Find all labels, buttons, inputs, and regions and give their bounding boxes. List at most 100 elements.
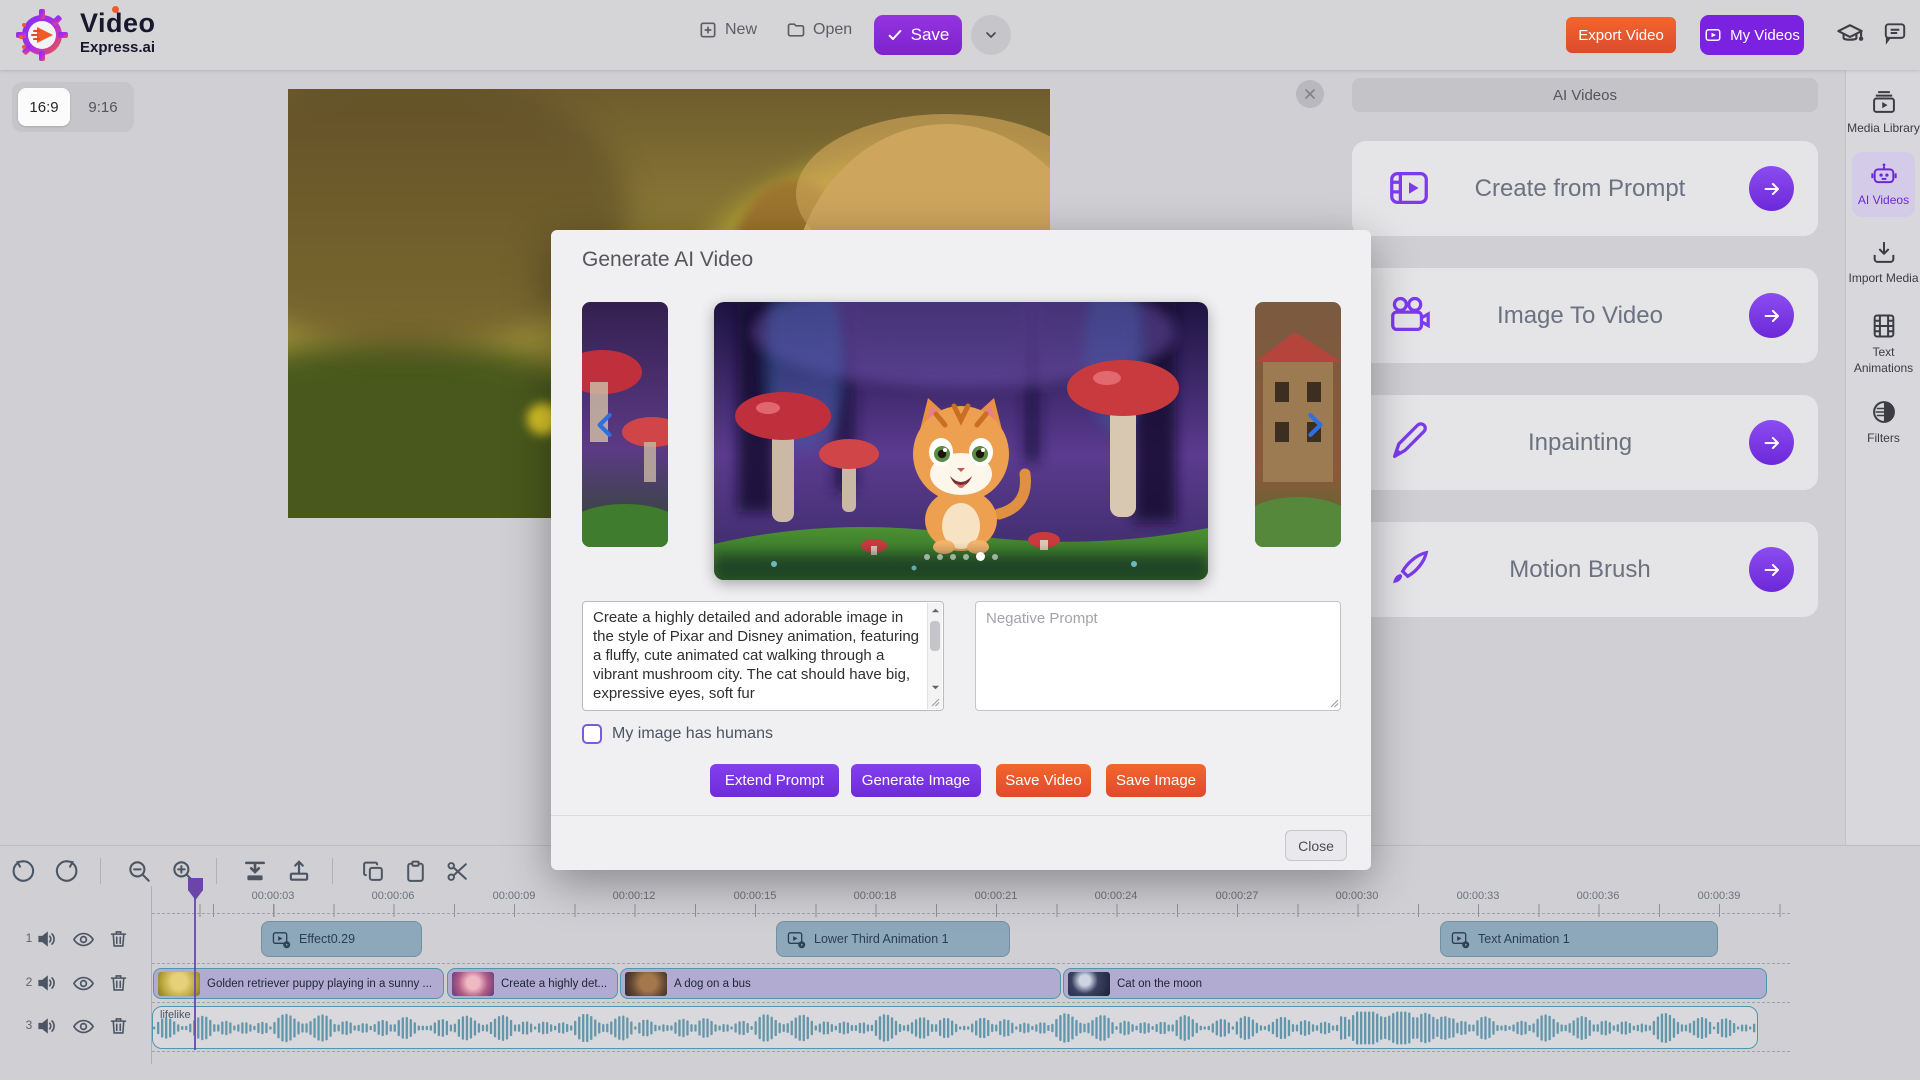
motion-brush-card[interactable]: Motion Brush — [1352, 522, 1818, 617]
import-icon — [1870, 238, 1898, 266]
track-visibility-button[interactable] — [72, 972, 95, 995]
arrow-right-icon[interactable] — [1749, 547, 1794, 592]
save-image-button[interactable]: Save Image — [1106, 764, 1206, 797]
modal-title: Generate AI Video — [582, 248, 753, 272]
tutorials-icon[interactable] — [1836, 20, 1864, 48]
modal-divider — [551, 815, 1371, 816]
timeline-clip[interactable]: Golden retriever puppy playing in a sunn… — [153, 968, 444, 999]
negative-prompt-input[interactable] — [975, 601, 1341, 711]
sidebar-item-filters[interactable]: Filters — [1846, 398, 1920, 447]
export-video-button[interactable]: Export Video — [1566, 17, 1676, 53]
save-options-button[interactable] — [971, 15, 1011, 55]
track-visibility-button[interactable] — [72, 1015, 95, 1038]
folder-icon — [786, 20, 806, 40]
timeline-clip[interactable]: Effect0.29 — [261, 921, 422, 957]
carousel-dot[interactable] — [992, 554, 998, 560]
timeline-clip[interactable]: Create a highly det... — [447, 968, 618, 999]
top-bar: Video Express.ai New Open Save Export Vi… — [0, 0, 1920, 70]
carousel-right-arrow[interactable] — [1297, 408, 1331, 442]
chevron-down-icon — [983, 27, 999, 43]
track-delete-button[interactable] — [108, 972, 129, 993]
arrow-right-icon[interactable] — [1749, 166, 1794, 211]
track-delete-button[interactable] — [108, 1015, 129, 1036]
app-logo-icon — [14, 7, 70, 63]
sidebar-item-ai-videos[interactable]: AI Videos — [1852, 152, 1915, 217]
timeline-clip[interactable]: Cat on the moon — [1063, 968, 1767, 999]
carousel-current-image[interactable] — [714, 302, 1208, 580]
save-button[interactable]: Save — [874, 15, 962, 55]
ratio-9-16-button[interactable]: 9:16 — [78, 88, 128, 126]
track-mute-button[interactable] — [36, 928, 58, 950]
track-mute-button[interactable] — [36, 972, 58, 994]
carousel-left-arrow[interactable] — [589, 408, 623, 442]
image-to-video-card[interactable]: Image To Video — [1352, 268, 1818, 363]
lift-track-button[interactable] — [284, 856, 314, 886]
zoom-out-button[interactable] — [124, 856, 154, 886]
track-number: 1 — [22, 931, 36, 945]
open-button[interactable]: Open — [786, 20, 852, 40]
audio-waveform — [153, 1011, 1757, 1045]
timeline: 00:00:03 00:00:06 00:00:09 00:00:12 00:0… — [0, 845, 1920, 1080]
create-from-prompt-card[interactable]: Create from Prompt — [1352, 141, 1818, 236]
carousel-dots — [714, 552, 1208, 561]
scroll-up-icon[interactable] — [928, 603, 942, 618]
clip-effect-icon — [272, 930, 291, 949]
sidebar-item-import-media[interactable]: Import Media — [1846, 238, 1920, 287]
sidebar-item-text-animations[interactable]: Text Animations — [1846, 312, 1920, 376]
scrollbar-thumb[interactable] — [930, 621, 940, 651]
track-separator — [152, 963, 1790, 964]
film-play-icon — [1386, 165, 1432, 211]
clip-effect-icon — [1451, 930, 1470, 949]
cut-button[interactable] — [442, 856, 472, 886]
playhead[interactable] — [188, 878, 203, 900]
carousel-dot[interactable] — [963, 554, 969, 560]
track-mute-button[interactable] — [36, 1015, 58, 1037]
timeline-clip[interactable]: Text Animation 1 — [1440, 921, 1718, 957]
carousel-dot-active[interactable] — [976, 552, 985, 561]
undo-button[interactable] — [8, 856, 38, 886]
playhead-line — [194, 898, 196, 1050]
inpainting-card[interactable]: Inpainting — [1352, 395, 1818, 490]
ratio-16-9-button[interactable]: 16:9 — [18, 88, 70, 126]
audio-clip[interactable]: lifelike — [152, 1006, 1758, 1049]
preview-close-button[interactable] — [1296, 80, 1324, 108]
new-button[interactable]: New — [698, 20, 757, 40]
insert-track-button[interactable] — [240, 856, 270, 886]
timeline-clip[interactable]: Lower Third Animation 1 — [776, 921, 1010, 957]
arrow-right-icon[interactable] — [1749, 420, 1794, 465]
scroll-down-icon[interactable] — [928, 680, 942, 695]
generate-image-button[interactable]: Generate Image — [851, 764, 981, 797]
track-visibility-button[interactable] — [72, 928, 95, 951]
track-delete-button[interactable] — [108, 928, 129, 949]
redo-button[interactable] — [52, 856, 82, 886]
carousel-dot[interactable] — [924, 554, 930, 560]
arrow-right-icon[interactable] — [1749, 293, 1794, 338]
track-separator — [152, 913, 1790, 914]
humans-checkbox[interactable] — [582, 724, 602, 744]
ruler-ticks — [152, 904, 1792, 917]
modal-close-button[interactable]: Close — [1285, 830, 1347, 861]
pen-icon — [1386, 419, 1432, 465]
paste-button[interactable] — [400, 856, 430, 886]
clip-thumbnail — [625, 972, 667, 996]
carousel-dot[interactable] — [950, 554, 956, 560]
aspect-ratio-toggle: 16:9 9:16 — [12, 82, 134, 132]
save-video-button[interactable]: Save Video — [996, 764, 1091, 797]
feedback-chat-icon[interactable] — [1882, 20, 1908, 46]
copy-button[interactable] — [358, 856, 388, 886]
prompt-input[interactable]: Create a highly detailed and adorable im… — [582, 601, 944, 711]
timeline-clip[interactable]: A dog on a bus — [620, 968, 1061, 999]
plus-square-icon — [698, 20, 718, 40]
my-videos-button[interactable]: My Videos — [1700, 15, 1804, 55]
extend-prompt-button[interactable]: Extend Prompt — [710, 764, 839, 797]
media-library-icon — [1870, 88, 1898, 116]
film-frame-icon — [1870, 312, 1898, 340]
prompt-scrollbar[interactable] — [927, 603, 942, 709]
new-label: New — [725, 21, 757, 39]
carousel-dot[interactable] — [937, 554, 943, 560]
toolbar-divider — [216, 858, 217, 884]
sidebar-item-media-library[interactable]: Media Library — [1846, 88, 1920, 137]
resize-grip-icon[interactable] — [930, 697, 940, 707]
clip-effect-icon — [787, 930, 806, 949]
clip-thumbnail — [1068, 972, 1110, 996]
